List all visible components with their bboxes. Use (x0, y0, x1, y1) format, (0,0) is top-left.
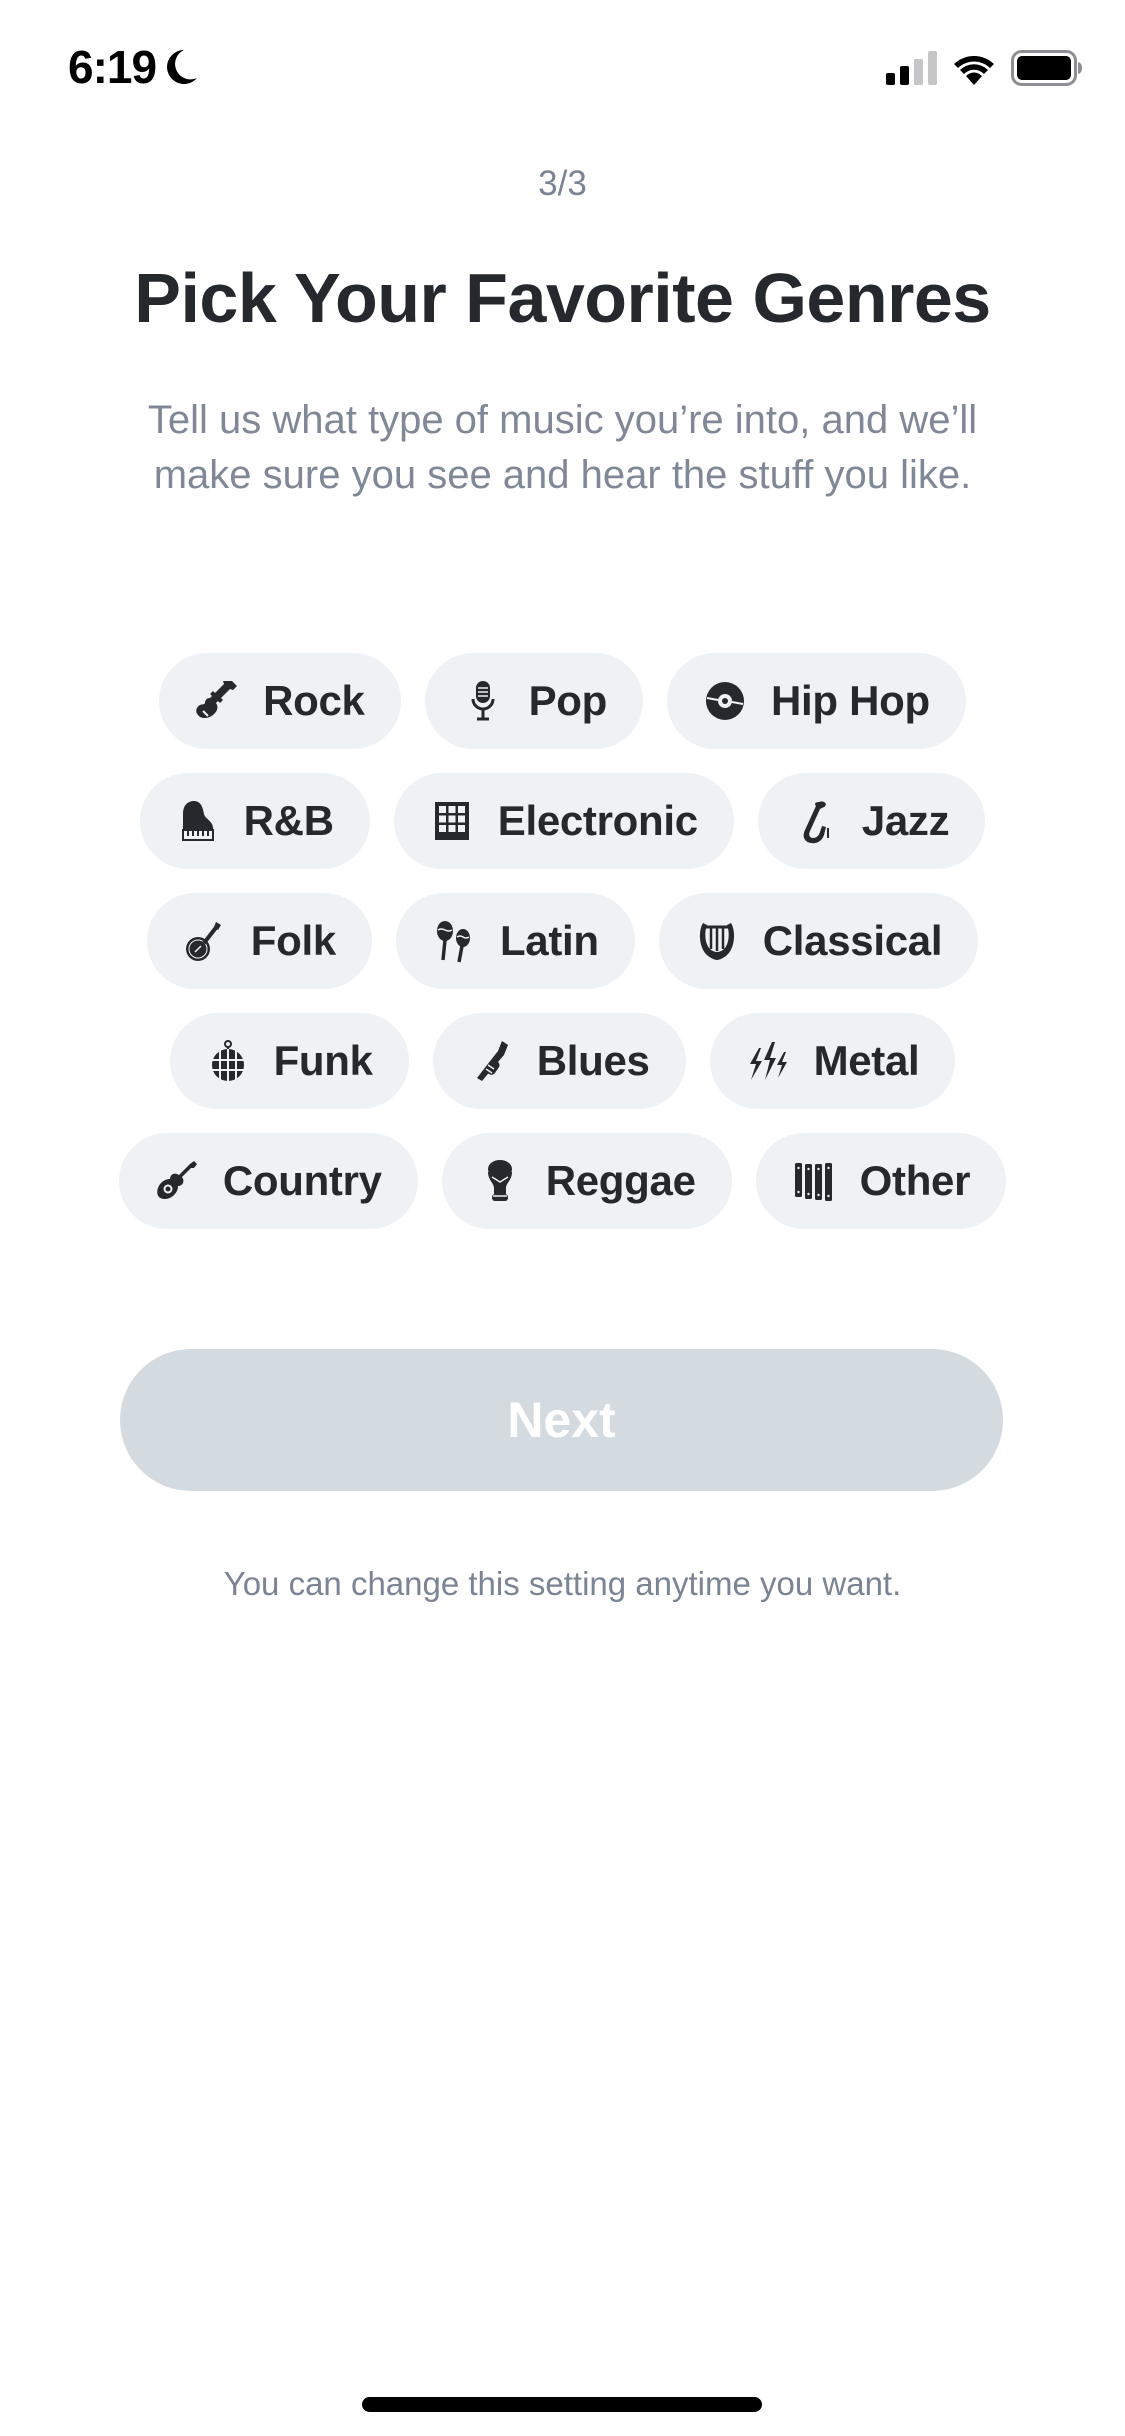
trumpet-icon (467, 1037, 515, 1085)
grand-piano-icon (174, 797, 222, 845)
lyre-icon (693, 917, 741, 965)
genre-chip-row: R&B Electronic Jazz (139, 773, 986, 869)
page-subtitle: Tell us what type of music you’re into, … (147, 398, 978, 497)
disco-ball-icon (204, 1037, 252, 1085)
genre-chip-label: Pop (528, 677, 608, 724)
bongo-drum-icon (476, 1157, 524, 1205)
maracas-icon (430, 917, 478, 965)
genre-chip-label: Funk (273, 1037, 373, 1084)
step-indicator: 3/3 (538, 164, 587, 203)
microphone-icon (459, 677, 507, 725)
acoustic-guitar-icon (153, 1157, 201, 1205)
genre-chip-label: Classical (762, 917, 943, 964)
genre-chip-jazz[interactable]: Jazz (757, 773, 986, 869)
genre-chip-blues[interactable]: Blues (432, 1013, 686, 1109)
electric-guitar-icon (193, 677, 241, 725)
genre-chip-classical[interactable]: Classical (658, 893, 979, 989)
genre-chip-label: Hip Hop (771, 677, 930, 724)
genre-chip-row: Funk Blues Metal (169, 1013, 956, 1109)
lightning-icon (744, 1037, 792, 1085)
xylophone-icon (790, 1157, 838, 1205)
page-title: Pick Your Favorite Genres (134, 259, 991, 337)
genre-chip-label: Other (859, 1157, 971, 1204)
status-indicators (886, 50, 1083, 86)
genre-chip-electronic[interactable]: Electronic (393, 773, 734, 869)
wifi-icon (954, 56, 994, 85)
genre-chip-latin[interactable]: Latin (395, 893, 635, 989)
genre-chip-row: Rock Pop Hip Hop (159, 653, 966, 749)
genre-chip-row: Country Reggae Other (118, 1133, 1007, 1229)
status-time: 6:19 (68, 41, 157, 93)
drum-pad-icon (428, 797, 476, 845)
genre-chip-label: Reggae (545, 1157, 696, 1204)
home-indicator[interactable] (362, 2397, 762, 2412)
settings-note: You can change this setting anytime you … (223, 1565, 902, 1602)
genre-chip-label: Jazz (861, 797, 950, 844)
genre-chip-row: Folk Latin Classical (146, 893, 979, 989)
genre-chip-list: Rock Pop Hip Hop R&B Electronic Jazz Folk Latin… (0, 653, 1125, 1229)
genre-chip-label: Metal (813, 1037, 920, 1084)
genre-chip-r-b[interactable]: R&B (139, 773, 370, 869)
genre-chip-label: Rock (263, 677, 365, 724)
genre-chip-label: Blues (536, 1037, 650, 1084)
genre-chip-pop[interactable]: Pop (424, 653, 644, 749)
genre-chip-label: Folk (250, 917, 336, 964)
genre-chip-funk[interactable]: Funk (169, 1013, 409, 1109)
status-time-group: 6:19 (68, 40, 198, 94)
genre-chip-folk[interactable]: Folk (146, 893, 372, 989)
genre-chip-metal[interactable]: Metal (709, 1013, 956, 1109)
genre-chip-other[interactable]: Other (755, 1133, 1007, 1229)
genre-chip-label: Country (222, 1157, 382, 1204)
saxophone-icon (792, 797, 840, 845)
genre-chip-rock[interactable]: Rock (159, 653, 401, 749)
genre-chip-label: Latin (499, 917, 599, 964)
genre-chip-label: Electronic (497, 797, 698, 844)
genre-chip-hip-hop[interactable]: Hip Hop (667, 653, 966, 749)
cellular-signal-icon (886, 51, 937, 85)
next-button[interactable]: Next (120, 1349, 1003, 1491)
moon-icon (167, 50, 198, 84)
genre-chip-country[interactable]: Country (118, 1133, 418, 1229)
banjo-icon (181, 917, 229, 965)
status-bar: 6:19 (0, 0, 1125, 140)
genre-chip-label: R&B (243, 797, 334, 844)
battery-icon (1011, 50, 1082, 86)
vinyl-record-icon (701, 677, 749, 725)
genre-chip-reggae[interactable]: Reggae (441, 1133, 732, 1229)
